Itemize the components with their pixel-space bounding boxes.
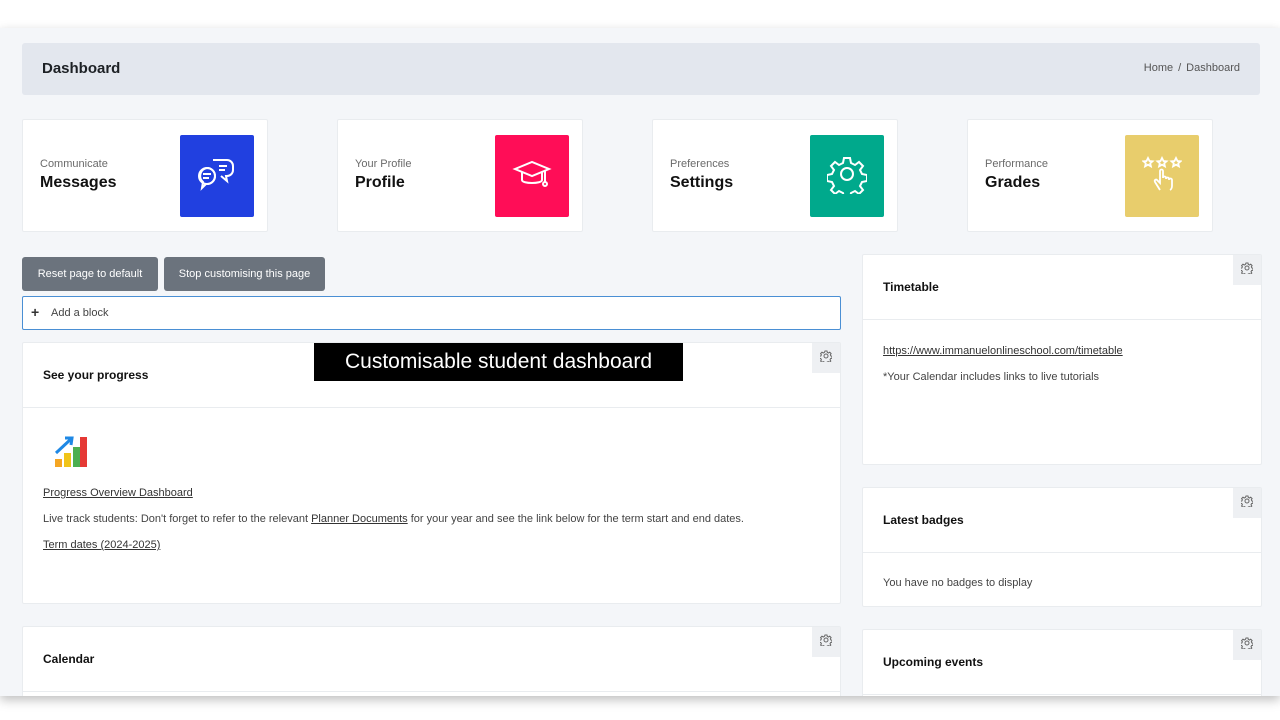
block-settings-button[interactable] <box>1233 488 1261 518</box>
block-settings-button[interactable] <box>812 343 840 373</box>
settings-tile[interactable] <box>810 135 884 217</box>
block-settings-button[interactable] <box>1233 255 1261 285</box>
block-title: Latest badges <box>883 513 964 527</box>
breadcrumb-separator: / <box>1178 62 1182 74</box>
block-title: Calendar <box>43 652 95 666</box>
gear-icon <box>1239 261 1254 279</box>
card-messages[interactable]: Communicate Messages <box>22 119 268 232</box>
card-category: Communicate <box>40 158 108 170</box>
card-profile[interactable]: Your Profile Profile <box>337 119 583 232</box>
badges-block: Latest badges You have no badges to disp… <box>862 487 1262 607</box>
breadcrumb: Home / Dashboard <box>1144 62 1240 74</box>
chat-bubbles-icon <box>197 154 237 199</box>
caption-overlay: Customisable student dashboard <box>314 343 683 381</box>
block-title: Timetable <box>883 280 939 294</box>
stars-hand-icon <box>1141 154 1183 199</box>
graduation-cap-icon <box>512 154 552 199</box>
breadcrumb-home[interactable]: Home <box>1144 62 1173 74</box>
badges-empty-message: You have no badges to display <box>883 577 1033 589</box>
block-header: Latest badges <box>863 488 1261 553</box>
add-block-button[interactable]: + Add a block <box>22 296 841 330</box>
block-settings-button[interactable] <box>812 627 840 657</box>
events-block: Upcoming events <box>862 629 1262 696</box>
gear-icon <box>1239 636 1254 654</box>
block-title: See your progress <box>43 368 149 382</box>
card-title: Grades <box>985 174 1041 191</box>
add-block-label: Add a block <box>51 307 109 319</box>
timetable-url-text: https://www.immanuelonlineschool.com/tim… <box>883 345 1123 357</box>
stop-customising-button[interactable]: Stop customising this page <box>164 257 325 291</box>
block-title: Upcoming events <box>883 655 984 669</box>
block-header: Calendar <box>23 627 840 692</box>
block-header: Timetable <box>863 255 1261 320</box>
card-title: Profile <box>355 174 405 191</box>
reset-page-button[interactable]: Reset page to default <box>22 257 158 291</box>
breadcrumb-current: Dashboard <box>1186 62 1240 74</box>
progress-overview-link-text: Progress Overview Dashboard <box>43 487 193 499</box>
term-dates-link[interactable]: Term dates (2024-2025) <box>43 539 160 551</box>
progress-chart-icon <box>53 433 89 474</box>
messages-tile[interactable] <box>180 135 254 217</box>
gear-icon <box>826 154 868 199</box>
gear-icon <box>818 633 833 651</box>
term-dates-link-text: Term dates (2024-2025) <box>43 539 161 551</box>
description-text-after: for your year and see the link below for… <box>407 513 744 525</box>
block-header: Upcoming events <box>863 630 1261 695</box>
card-grades[interactable]: Performance Grades <box>967 119 1213 232</box>
card-category: Your Profile <box>355 158 412 170</box>
timetable-url-link[interactable]: https://www.immanuelonlineschool.com/tim… <box>883 345 1123 357</box>
grades-tile[interactable] <box>1125 135 1199 217</box>
calendar-block: Calendar <box>22 626 841 696</box>
card-category: Performance <box>985 158 1048 170</box>
timetable-note: *Your Calendar includes links to live tu… <box>883 371 1100 383</box>
plus-icon: + <box>31 304 40 320</box>
page-title: Dashboard <box>42 60 121 77</box>
progress-block: See your progress Progress Overview Dash… <box>22 342 841 604</box>
block-settings-button[interactable] <box>1233 630 1261 660</box>
card-title: Settings <box>670 174 734 191</box>
profile-tile[interactable] <box>495 135 569 217</box>
progress-description: Live track students: Don't forget to ref… <box>43 513 744 525</box>
gear-icon <box>818 349 833 367</box>
card-title: Messages <box>40 174 117 191</box>
page-header: Dashboard Home / Dashboard <box>22 43 1260 95</box>
gear-icon <box>1239 494 1254 512</box>
card-settings[interactable]: Preferences Settings <box>652 119 898 232</box>
description-text-before: Live track students: Don't forget to ref… <box>43 513 312 525</box>
progress-overview-link[interactable]: Progress Overview Dashboard <box>43 487 193 499</box>
planner-documents-link[interactable]: Planner Documents <box>311 513 408 525</box>
card-category: Preferences <box>670 158 730 170</box>
timetable-block: Timetable https://www.immanuelonlinescho… <box>862 254 1262 465</box>
